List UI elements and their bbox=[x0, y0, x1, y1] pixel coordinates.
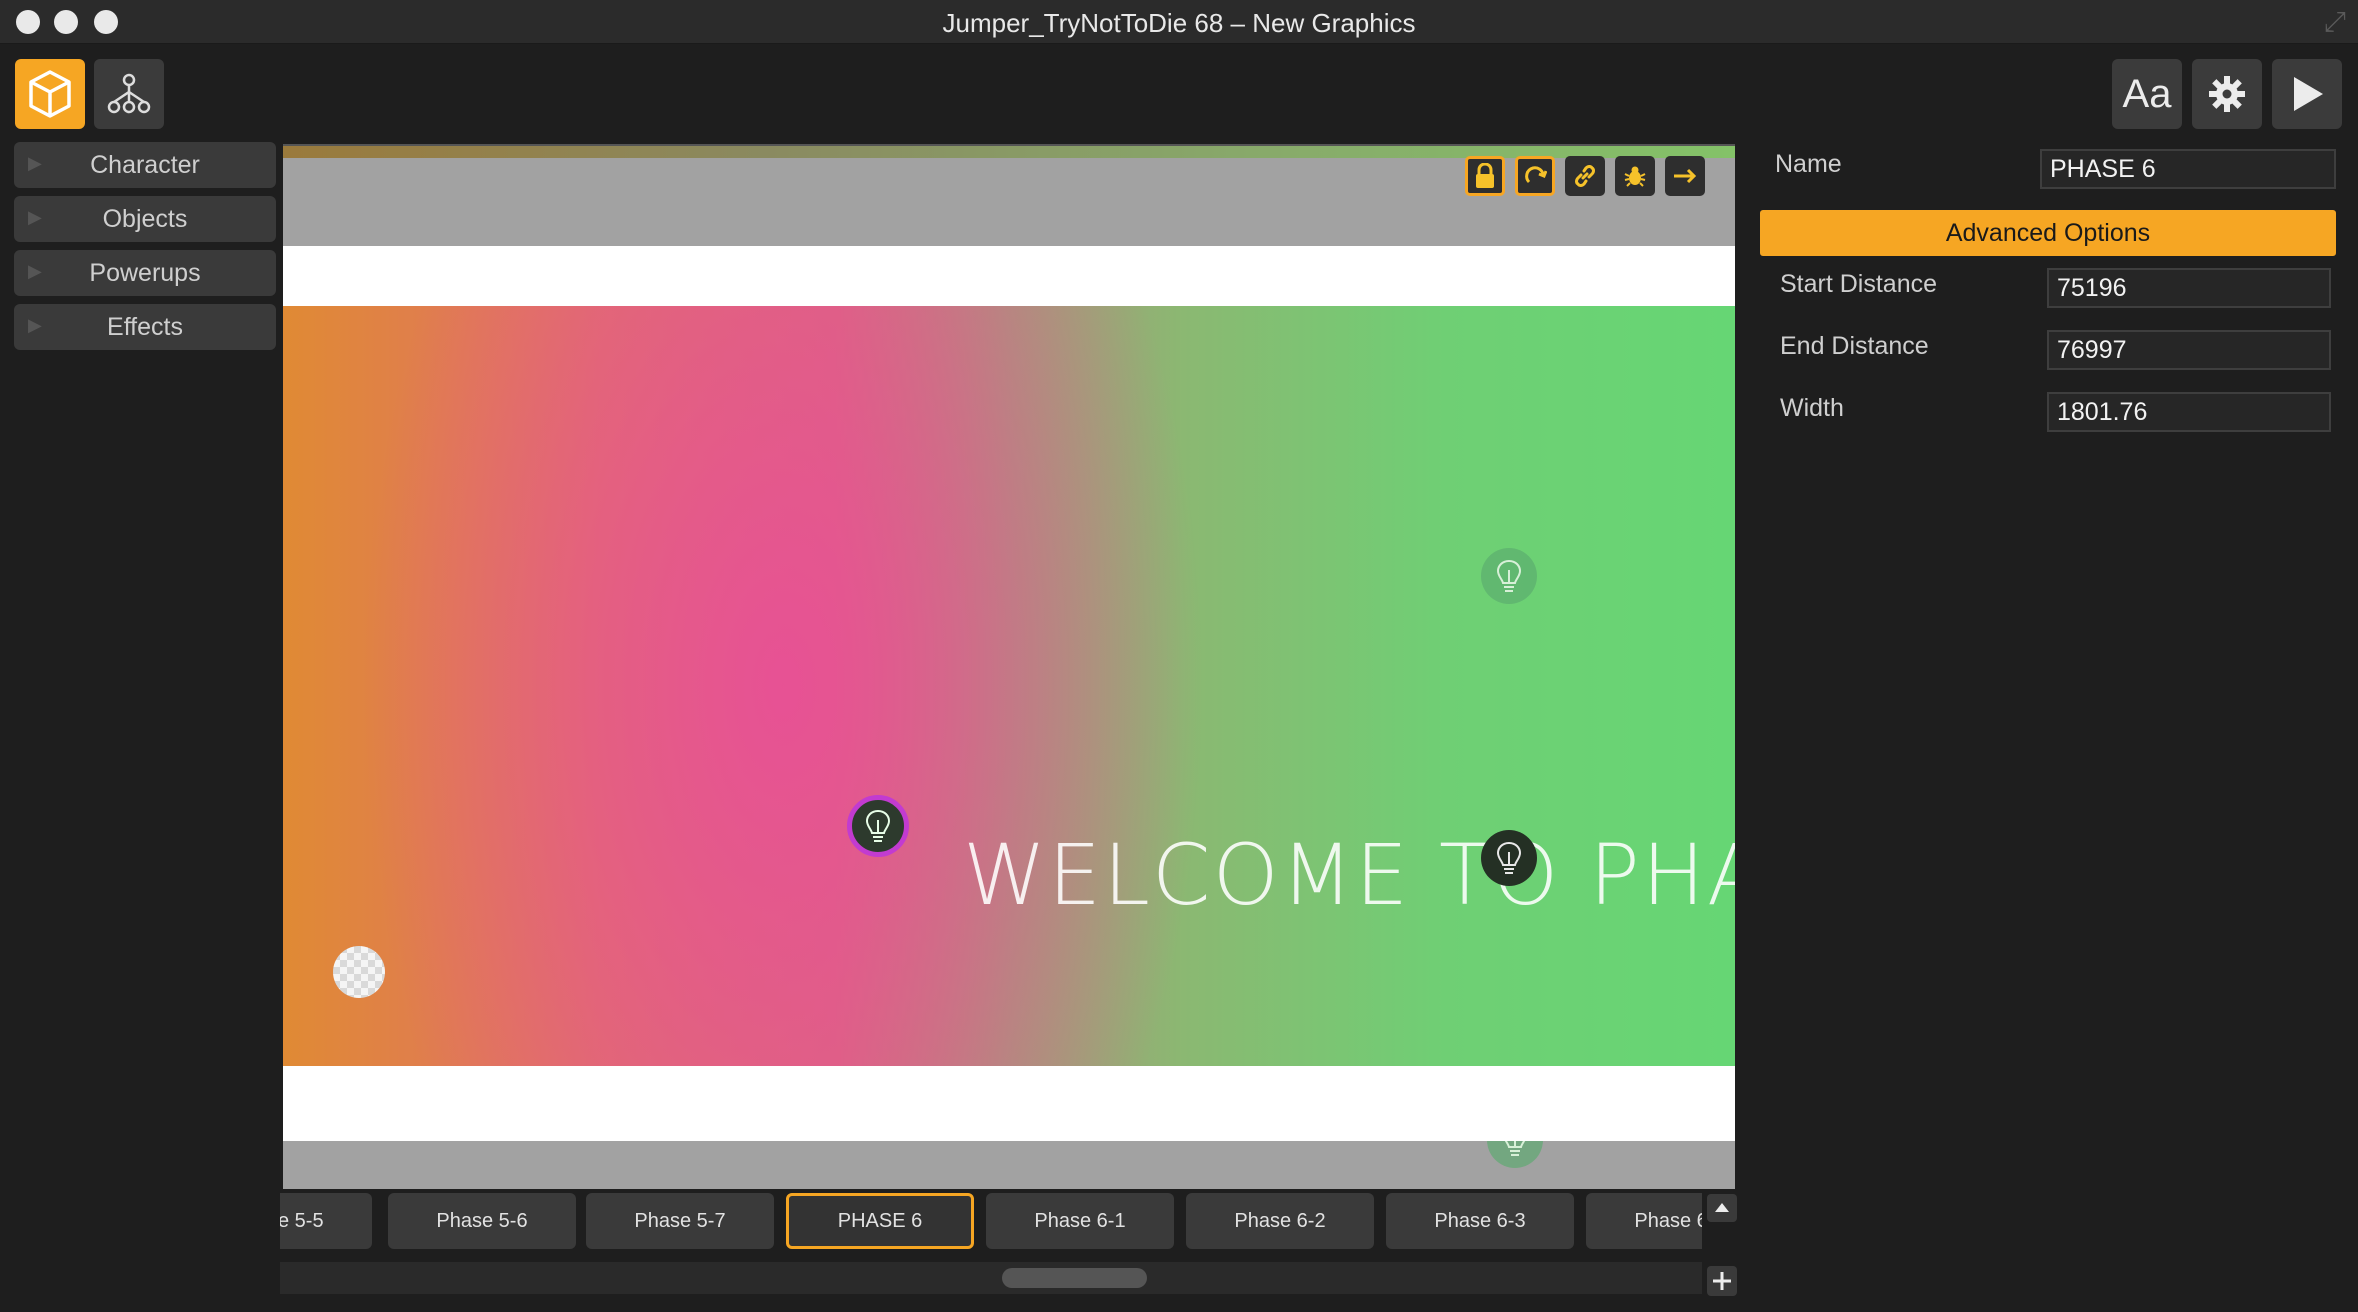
font-button[interactable]: Aa bbox=[2112, 59, 2182, 129]
phase-background[interactable]: WELCOME TO PHASE 6 bbox=[283, 306, 1735, 1168]
play-icon bbox=[2294, 77, 2323, 111]
lightbulb-object[interactable] bbox=[1481, 548, 1537, 604]
rotate-icon bbox=[1525, 166, 1547, 184]
welcome-text[interactable]: WELCOME TO PHASE 6 bbox=[963, 826, 1735, 924]
sidebar-item-powerups[interactable]: ▶ Powerups bbox=[14, 250, 276, 296]
scrollbar-thumb[interactable] bbox=[1002, 1268, 1147, 1288]
bug-icon bbox=[1624, 166, 1646, 187]
horizontal-scrollbar[interactable] bbox=[280, 1262, 1702, 1294]
gear-icon bbox=[2209, 76, 2245, 112]
selected-lightbulb-object[interactable] bbox=[847, 795, 909, 857]
font-button-label: Aa bbox=[2122, 71, 2172, 116]
name-label: Name bbox=[1775, 150, 1842, 178]
lightbulb-icon bbox=[1496, 841, 1522, 874]
phase-tab[interactable]: Phase 6-1 bbox=[986, 1193, 1174, 1249]
sidebar-item-character[interactable]: ▶ Character bbox=[14, 142, 276, 188]
lock-button[interactable] bbox=[1465, 156, 1505, 196]
phase-tab-current[interactable]: PHASE 6 bbox=[786, 1193, 974, 1249]
object-category-panel: ▶ Character ▶ Objects ▶ Powerups ▶ Effec… bbox=[14, 142, 276, 358]
phase-tab[interactable]: Phase 6-2 bbox=[1186, 1193, 1374, 1249]
transparent-object[interactable] bbox=[333, 946, 385, 998]
hierarchy-view-button[interactable] bbox=[94, 59, 164, 129]
arrow-right-icon bbox=[1674, 168, 1697, 184]
end-distance-label: End Distance bbox=[1780, 332, 1929, 360]
sidebar-item-objects[interactable]: ▶ Objects bbox=[14, 196, 276, 242]
width-field[interactable] bbox=[2047, 392, 2331, 432]
top-boundary-band bbox=[283, 246, 1735, 306]
sidebar-item-label: Character bbox=[90, 151, 200, 179]
toolbar: Aa bbox=[0, 44, 2358, 138]
window-title: Jumper_TryNotToDie 68 – New Graphics bbox=[942, 8, 1416, 38]
add-phase-button[interactable] bbox=[1707, 1266, 1737, 1296]
sidebar-item-label: Effects bbox=[107, 313, 183, 341]
lightbulb-icon bbox=[865, 809, 891, 842]
title-bar: Jumper_TryNotToDie 68 – New Graphics ⤢ bbox=[0, 0, 2358, 44]
play-button[interactable] bbox=[2272, 59, 2342, 129]
bottom-boundary-band bbox=[283, 1066, 1735, 1141]
width-label: Width bbox=[1780, 394, 1844, 422]
canvas-toolbar bbox=[1465, 156, 1705, 196]
lock-icon bbox=[1476, 163, 1494, 188]
phase-tab[interactable]: Phase 6-4 bbox=[1586, 1193, 1702, 1249]
fullscreen-icon[interactable]: ⤢ bbox=[2324, 6, 2346, 39]
phase-tab[interactable]: Phase 5-6 bbox=[388, 1193, 576, 1249]
advanced-options-button[interactable]: Advanced Options bbox=[1760, 210, 2336, 256]
phase-tabs-scroll-up-button[interactable] bbox=[1707, 1194, 1737, 1222]
cube-icon bbox=[29, 70, 71, 118]
start-distance-label: Start Distance bbox=[1780, 270, 1938, 298]
link-button[interactable] bbox=[1565, 156, 1605, 196]
cube-view-button[interactable] bbox=[15, 59, 85, 129]
sidebar-item-label: Objects bbox=[102, 205, 188, 233]
name-field[interactable] bbox=[2040, 149, 2336, 189]
end-distance-field[interactable] bbox=[2047, 330, 2331, 370]
triangle-up-icon bbox=[1715, 1203, 1729, 1212]
phase-tab[interactable]: Phase 5-5 bbox=[280, 1193, 372, 1249]
bug-button[interactable] bbox=[1615, 156, 1655, 196]
lightbulb-icon bbox=[1496, 559, 1522, 592]
sidebar-item-effects[interactable]: ▶ Effects bbox=[14, 304, 276, 350]
lightbulb-object[interactable] bbox=[1481, 830, 1537, 886]
sidebar-item-label: Powerups bbox=[89, 259, 201, 287]
hierarchy-icon bbox=[107, 73, 151, 114]
settings-button[interactable] bbox=[2192, 59, 2262, 129]
scene-canvas[interactable]: WELCOME TO PHASE 6 bbox=[283, 144, 1735, 1189]
plus-icon bbox=[1713, 1272, 1731, 1290]
rotate-button[interactable] bbox=[1515, 156, 1555, 196]
link-icon bbox=[1575, 165, 1595, 187]
arrow-right-button[interactable] bbox=[1665, 156, 1705, 196]
start-distance-field[interactable] bbox=[2047, 268, 2331, 308]
phase-tab[interactable]: Phase 6-3 bbox=[1386, 1193, 1574, 1249]
phase-tab-strip: Phase 5-5 Phase 5-6 Phase 5-7 PHASE 6 Ph… bbox=[280, 1190, 1702, 1250]
phase-tab[interactable]: Phase 5-7 bbox=[586, 1193, 774, 1249]
